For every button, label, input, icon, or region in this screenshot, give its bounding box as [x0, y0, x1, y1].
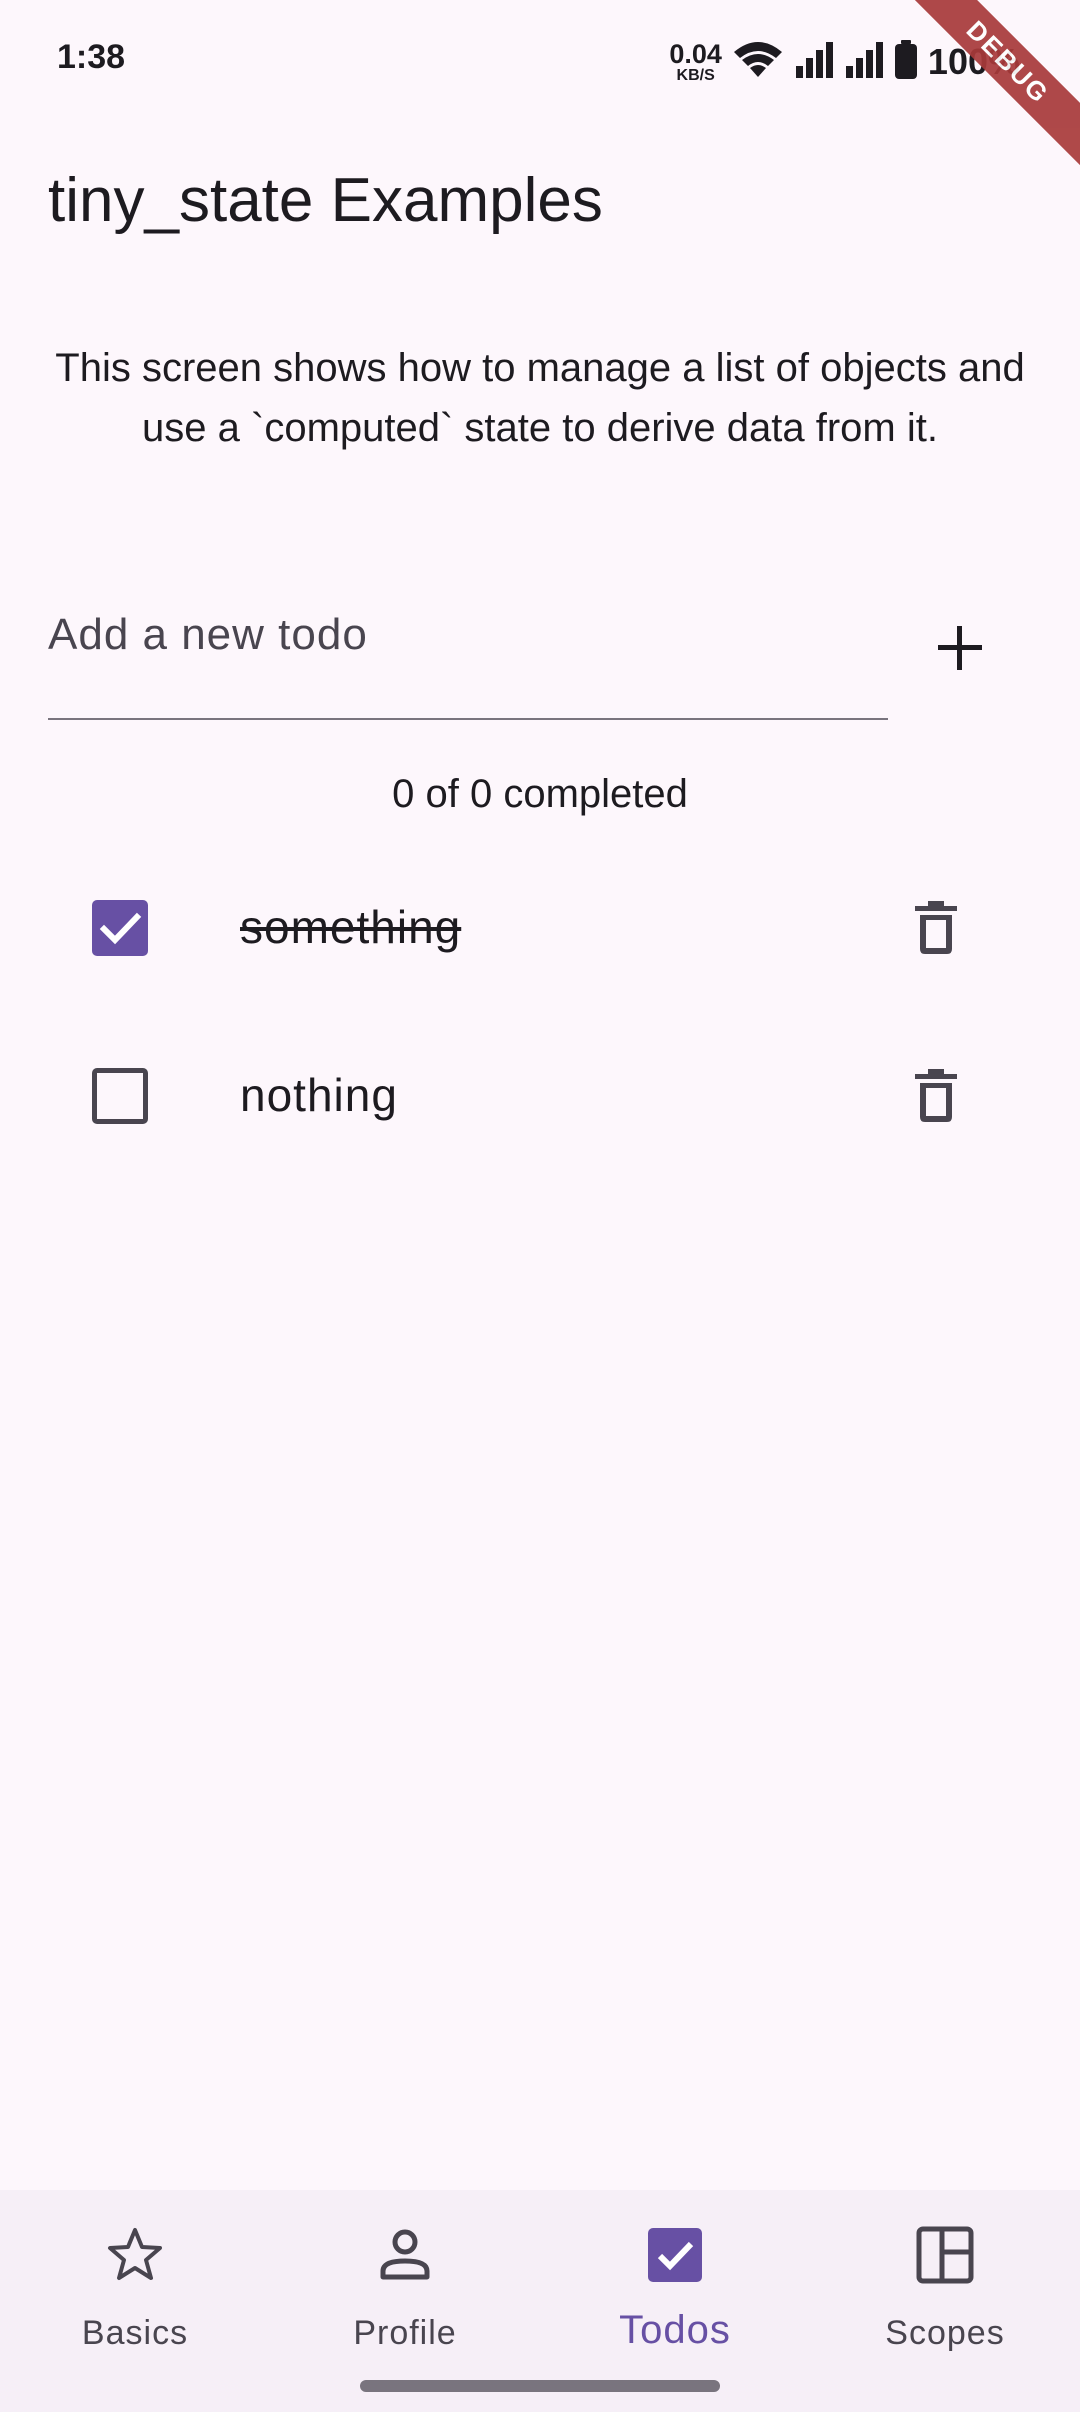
list-item[interactable]: nothing	[0, 1012, 1080, 1180]
new-todo-input[interactable]	[48, 580, 888, 690]
screen-description: This screen shows how to manage a list o…	[55, 346, 1025, 450]
network-speed-value: 0.04	[669, 38, 722, 69]
home-indicator[interactable]	[360, 2380, 720, 2392]
signal-icon	[844, 40, 884, 85]
delete-todo-button[interactable]	[884, 1046, 988, 1150]
nav-item-profile[interactable]: Profile	[270, 2190, 540, 2412]
add-todo-button[interactable]	[906, 596, 1014, 704]
list-item[interactable]: something	[0, 844, 1080, 1012]
todo-list: something nothing	[0, 844, 1080, 1180]
trash-icon	[915, 1068, 957, 1128]
todo-label: something	[240, 901, 462, 953]
trash-icon	[915, 900, 957, 960]
bottom-navigation-bar: Basics Profile Todos Scopes	[0, 2190, 1080, 2412]
status-bar: 1:38 0.04 KB/S 100%	[0, 0, 1080, 120]
page-title: tiny_state Examples	[48, 166, 603, 235]
network-speed: 0.04 KB/S	[669, 38, 722, 84]
nav-label-profile: Profile	[353, 2314, 457, 2352]
star-icon	[100, 2220, 170, 2290]
todo-checkbox[interactable]	[92, 900, 148, 956]
status-time: 1:38	[57, 38, 126, 76]
check-icon	[92, 912, 148, 960]
wifi-icon	[732, 40, 784, 85]
nav-label-todos: Todos	[619, 2308, 731, 2352]
nav-item-scopes[interactable]: Scopes	[810, 2190, 1080, 2412]
todos-screen: 1:38 0.04 KB/S 100% DEBUG tiny_state Exa…	[0, 0, 1080, 2412]
nav-item-todos[interactable]: Todos	[540, 2190, 810, 2412]
dashboard-icon	[910, 2220, 980, 2290]
signal-icon	[794, 40, 834, 85]
new-todo-field	[48, 580, 888, 720]
nav-item-basics[interactable]: Basics	[0, 2190, 270, 2412]
nav-label-basics: Basics	[81, 2314, 189, 2352]
completed-count: 0 of 0 completed	[392, 772, 688, 816]
battery-icon	[894, 39, 918, 85]
todo-checkbox[interactable]	[92, 1068, 148, 1124]
nav-label-scopes: Scopes	[885, 2314, 1005, 2352]
checkbox-icon	[640, 2220, 710, 2290]
plus-icon	[936, 624, 984, 677]
person-icon	[370, 2220, 440, 2290]
delete-todo-button[interactable]	[884, 878, 988, 982]
todo-label: nothing	[240, 1069, 398, 1121]
network-speed-unit: KB/S	[676, 66, 715, 84]
